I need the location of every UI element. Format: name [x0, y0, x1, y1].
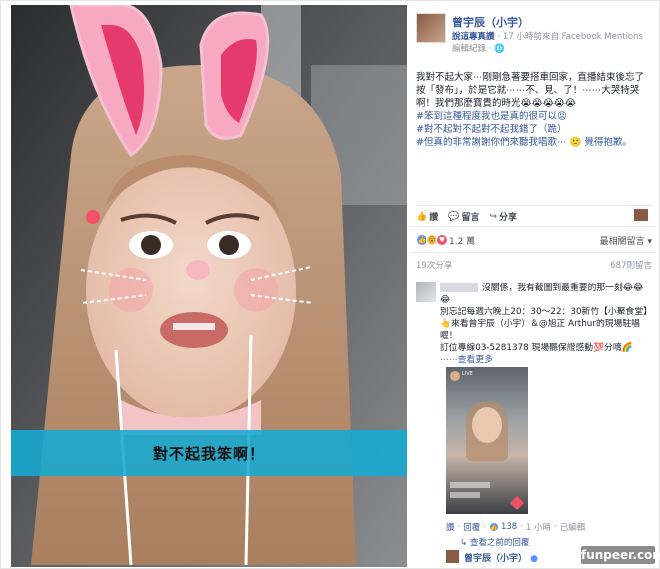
chat-bubble	[450, 482, 490, 488]
edit-history-label[interactable]: 編輯紀錄 ·	[452, 44, 491, 54]
commenter-name-redacted[interactable]	[440, 283, 478, 292]
reaction-icons: 👍 😮 ♥	[416, 234, 448, 246]
comment-label: 留言	[461, 213, 480, 223]
comment-like-count[interactable]: 138	[501, 522, 517, 532]
reaction-summary[interactable]: 👍 😮 ♥ 1.2 萬 最相關留言 ▾	[416, 232, 652, 248]
commenter-avatar[interactable]	[416, 282, 436, 302]
share-count[interactable]: 19次分享	[416, 259, 452, 271]
live-avatar-icon	[450, 371, 460, 381]
like-label: 讚	[429, 213, 439, 223]
share-comment-counts: 19次分享 687則留言	[416, 259, 652, 271]
snapshot-illustration	[11, 5, 407, 567]
comment-time[interactable]: 1 小時	[526, 521, 551, 533]
view-previous-replies-link[interactable]: ↳ 查看之前的回覆	[460, 536, 529, 548]
post-action-bar: 👍 讚 💬 留言 ↪ 分享	[416, 205, 652, 223]
share-button[interactable]: ↪ 分享	[489, 210, 518, 224]
comment-sort-dropdown[interactable]: 最相關留言 ▾	[600, 234, 652, 247]
video-caption-bar: 對不起我笨啊！	[11, 430, 407, 476]
love-reaction-icon: ♥	[436, 234, 448, 246]
share-label: 分享	[499, 213, 518, 223]
reply-author-avatar[interactable]	[446, 550, 459, 563]
chat-bubble	[450, 492, 480, 498]
post-header: 曾宇辰（小宇） 說這專真讚 · 17 小時前來自 Facebook Mention…	[416, 13, 652, 57]
divider	[410, 252, 656, 253]
reaction-count: 1.2 萬	[449, 236, 476, 247]
like-button[interactable]: 👍 讚	[416, 210, 439, 224]
divider	[410, 226, 656, 227]
author-avatar[interactable]	[416, 13, 446, 43]
comment-body: 沒關係，我有截圖到最重要的那一刻😂😂😂 別忘記每週六晚上20：30～22：30新…	[440, 282, 652, 366]
post-text-line: 我對不起大家⋯剛剛急著要搭車回家，直播結束後忘了按「發布」，於是它就⋯⋯不、見、…	[416, 72, 645, 109]
post-hashtag-line[interactable]: #對不起對不起對不起我錯了（跪）	[416, 123, 652, 136]
live-indicator: LIVE	[462, 371, 473, 377]
site-watermark: funpeer.com	[581, 546, 660, 564]
comment-button[interactable]: 💬 留言	[448, 210, 480, 224]
post-meta: 說這專真讚 · 17 小時前來自 Facebook Mentions	[452, 30, 643, 42]
viewer-avatar[interactable]	[634, 209, 648, 221]
comment-attached-image[interactable]: LIVE	[446, 367, 528, 514]
view-previous-replies-label: 查看之前的回覆	[469, 538, 530, 548]
heart-icon	[509, 495, 525, 511]
comment-like-button[interactable]: 讚	[446, 521, 455, 533]
live-label[interactable]: 說這專真讚	[452, 32, 495, 42]
see-more-link[interactable]: ⋯⋯查看更多	[440, 355, 493, 365]
reply-arrow-icon: ↳	[460, 538, 470, 548]
screenshot-frame: 對不起我笨啊！ 曾宇辰（小宇） 說這專真讚 · 17 小時前來自 Facebook…	[0, 0, 660, 569]
reply-author-label: 曾宇辰（小宇）	[464, 554, 528, 564]
image-subject-face	[472, 407, 502, 443]
video-caption: 對不起我笨啊！	[152, 444, 265, 463]
edit-history[interactable]: 編輯紀錄 · 🌐	[452, 42, 505, 54]
reply-author-name[interactable]: 曾宇辰（小宇） ●	[464, 551, 538, 564]
live-video-snapshot[interactable]: 對不起我笨啊！	[11, 5, 407, 567]
comment-icon: 💬	[448, 211, 460, 222]
like-reaction-icon: 👍	[488, 522, 499, 532]
comment-count[interactable]: 687則留言	[610, 259, 652, 271]
author-name[interactable]: 曾宇辰（小宇）	[452, 14, 529, 30]
share-icon: ↪	[489, 211, 498, 222]
globe-icon: 🌐	[494, 44, 505, 54]
post-body: 我對不起大家⋯剛剛急著要搭車回家，直播結束後忘了按「發布」，於是它就⋯⋯不、見、…	[416, 71, 652, 149]
verified-icon: ●	[530, 554, 539, 564]
comment-text: 訂位專線03-5281378 現場聽保證感動💯分唷🌈	[440, 343, 633, 353]
comment-actions: 讚 · 回覆 · 👍 138 · 1 小時 · 已編輯	[446, 521, 586, 533]
comment-text: 別忘記每週六晚上20：30～22：30新竹【小聚食堂】👆來看曾宇辰（小宇）＆@旭…	[440, 307, 652, 341]
post-hashtag-line[interactable]: #但真的非常謝謝你們來聽我唱歌⋯ 🙁 覺得抱歉。	[416, 136, 652, 149]
thumbs-up-icon: 👍	[416, 211, 428, 222]
post-time-source[interactable]: · 17 小時前來自 Facebook Mentions	[498, 32, 643, 42]
comment-edited[interactable]: 已編輯	[560, 521, 586, 533]
post-hashtag-line[interactable]: #笨到這種程度我也是真的很可以😡	[416, 110, 652, 123]
post-panel: 曾宇辰（小宇） 說這專真讚 · 17 小時前來自 Facebook Mention…	[410, 5, 656, 567]
comment-reply-button[interactable]: 回覆	[463, 521, 480, 533]
